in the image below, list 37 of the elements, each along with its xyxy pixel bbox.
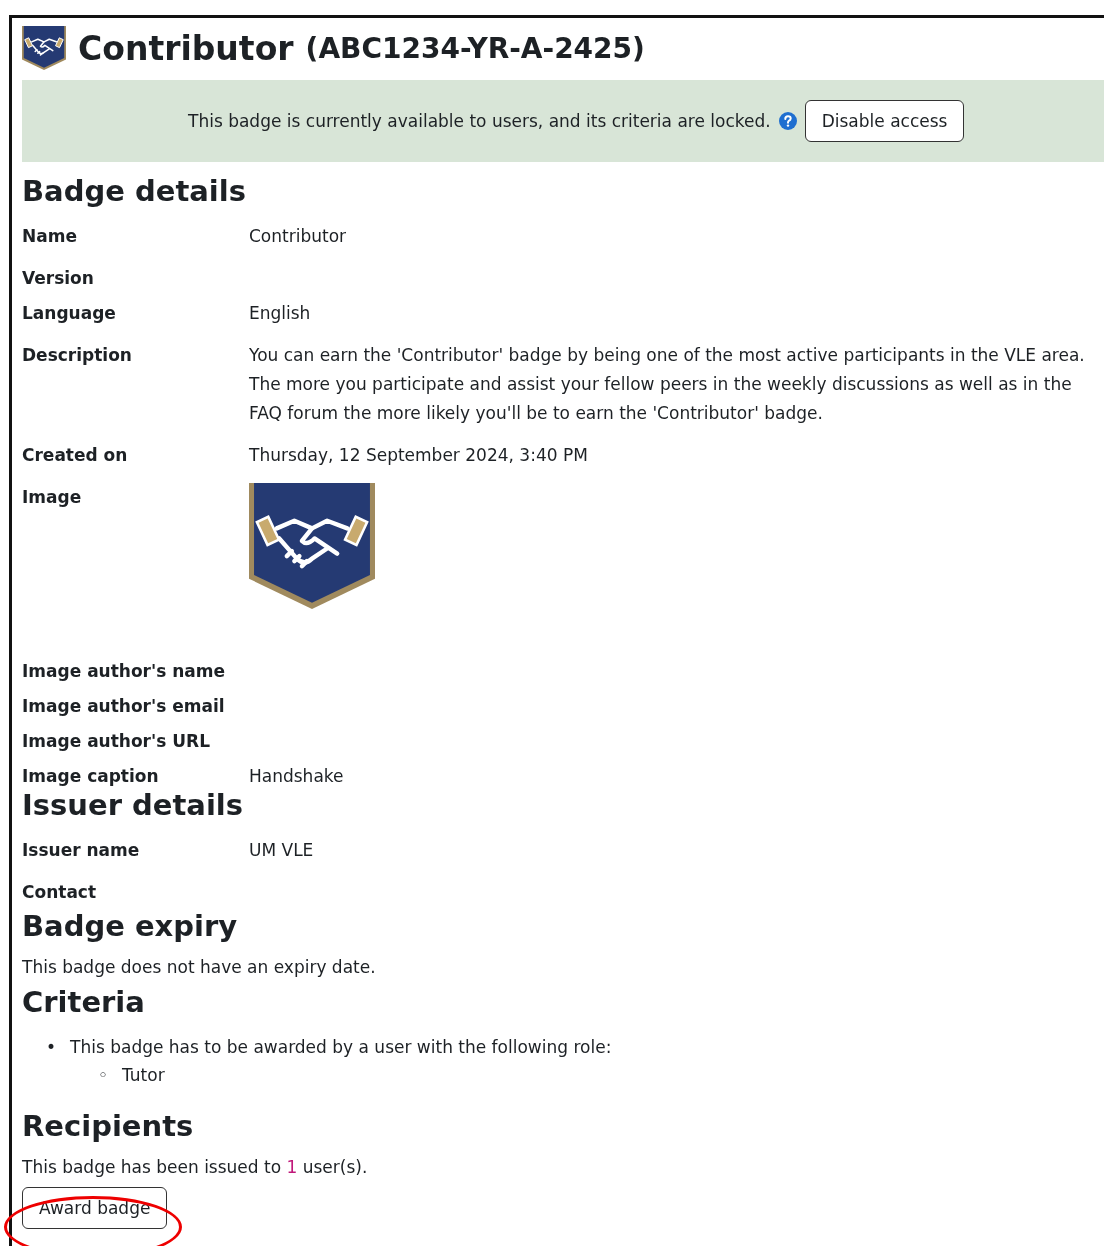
- field-label: Image author's URL: [22, 730, 211, 753]
- section-heading: Criteria: [22, 985, 146, 1019]
- disable-access-button[interactable]: Disable access: [804, 100, 965, 142]
- field-value: Contributor: [249, 225, 348, 248]
- field-label: Language: [22, 302, 117, 325]
- recipient-count-link[interactable]: 1: [286, 1157, 298, 1177]
- page-title: Contributor: [78, 28, 294, 68]
- expiry-text: This badge does not have an expiry date.: [22, 957, 377, 977]
- field-label: Description: [22, 344, 133, 367]
- bullet: ◦: [98, 1064, 109, 1087]
- status-message: This badge is currently available to users, and its criteria are locked.: [188, 111, 771, 131]
- field-value: Thursday, 12 September 2024, 3:40 PM: [249, 444, 589, 467]
- field-label: Version: [22, 267, 95, 290]
- badge-icon: [22, 26, 66, 70]
- issued-text: This badge has been issued to 1 user(s).: [22, 1157, 369, 1177]
- bullet: •: [46, 1036, 57, 1059]
- field-value: English: [249, 302, 312, 325]
- section-heading: Badge details: [22, 174, 247, 208]
- list-item: Tutor: [122, 1064, 165, 1087]
- field-label: Issuer name: [22, 839, 141, 862]
- field-label: Image author's name: [22, 660, 227, 683]
- field-label: Image caption: [22, 765, 160, 788]
- field-value: UM VLE: [249, 839, 315, 862]
- section-heading: Recipients: [22, 1109, 195, 1143]
- field-label: Image: [22, 486, 83, 509]
- award-badge-button[interactable]: Award badge: [22, 1187, 168, 1229]
- badge-code: (ABC1234-YR-A-2425): [305, 31, 645, 65]
- list-item: This badge has to be awarded by a user with the following role:: [70, 1036, 612, 1059]
- help-icon[interactable]: [778, 112, 797, 130]
- section-heading: Badge expiry: [22, 909, 239, 943]
- field-label: Created on: [22, 444, 129, 467]
- field-label: Image author's email: [22, 695, 226, 718]
- section-heading: Issuer details: [22, 788, 245, 822]
- field-label: Name: [22, 225, 78, 248]
- field-value: You can earn the 'Contributor' badge by being one of the most active participants in the VLE area. The more you participate and assist your fellow peers in the weekly discussions as well as in the FAQ forum the more likely you'll be to earn the 'Contributor' badge.: [249, 344, 1086, 425]
- field-label: Contact: [22, 881, 98, 904]
- field-value: Handshake: [249, 765, 345, 788]
